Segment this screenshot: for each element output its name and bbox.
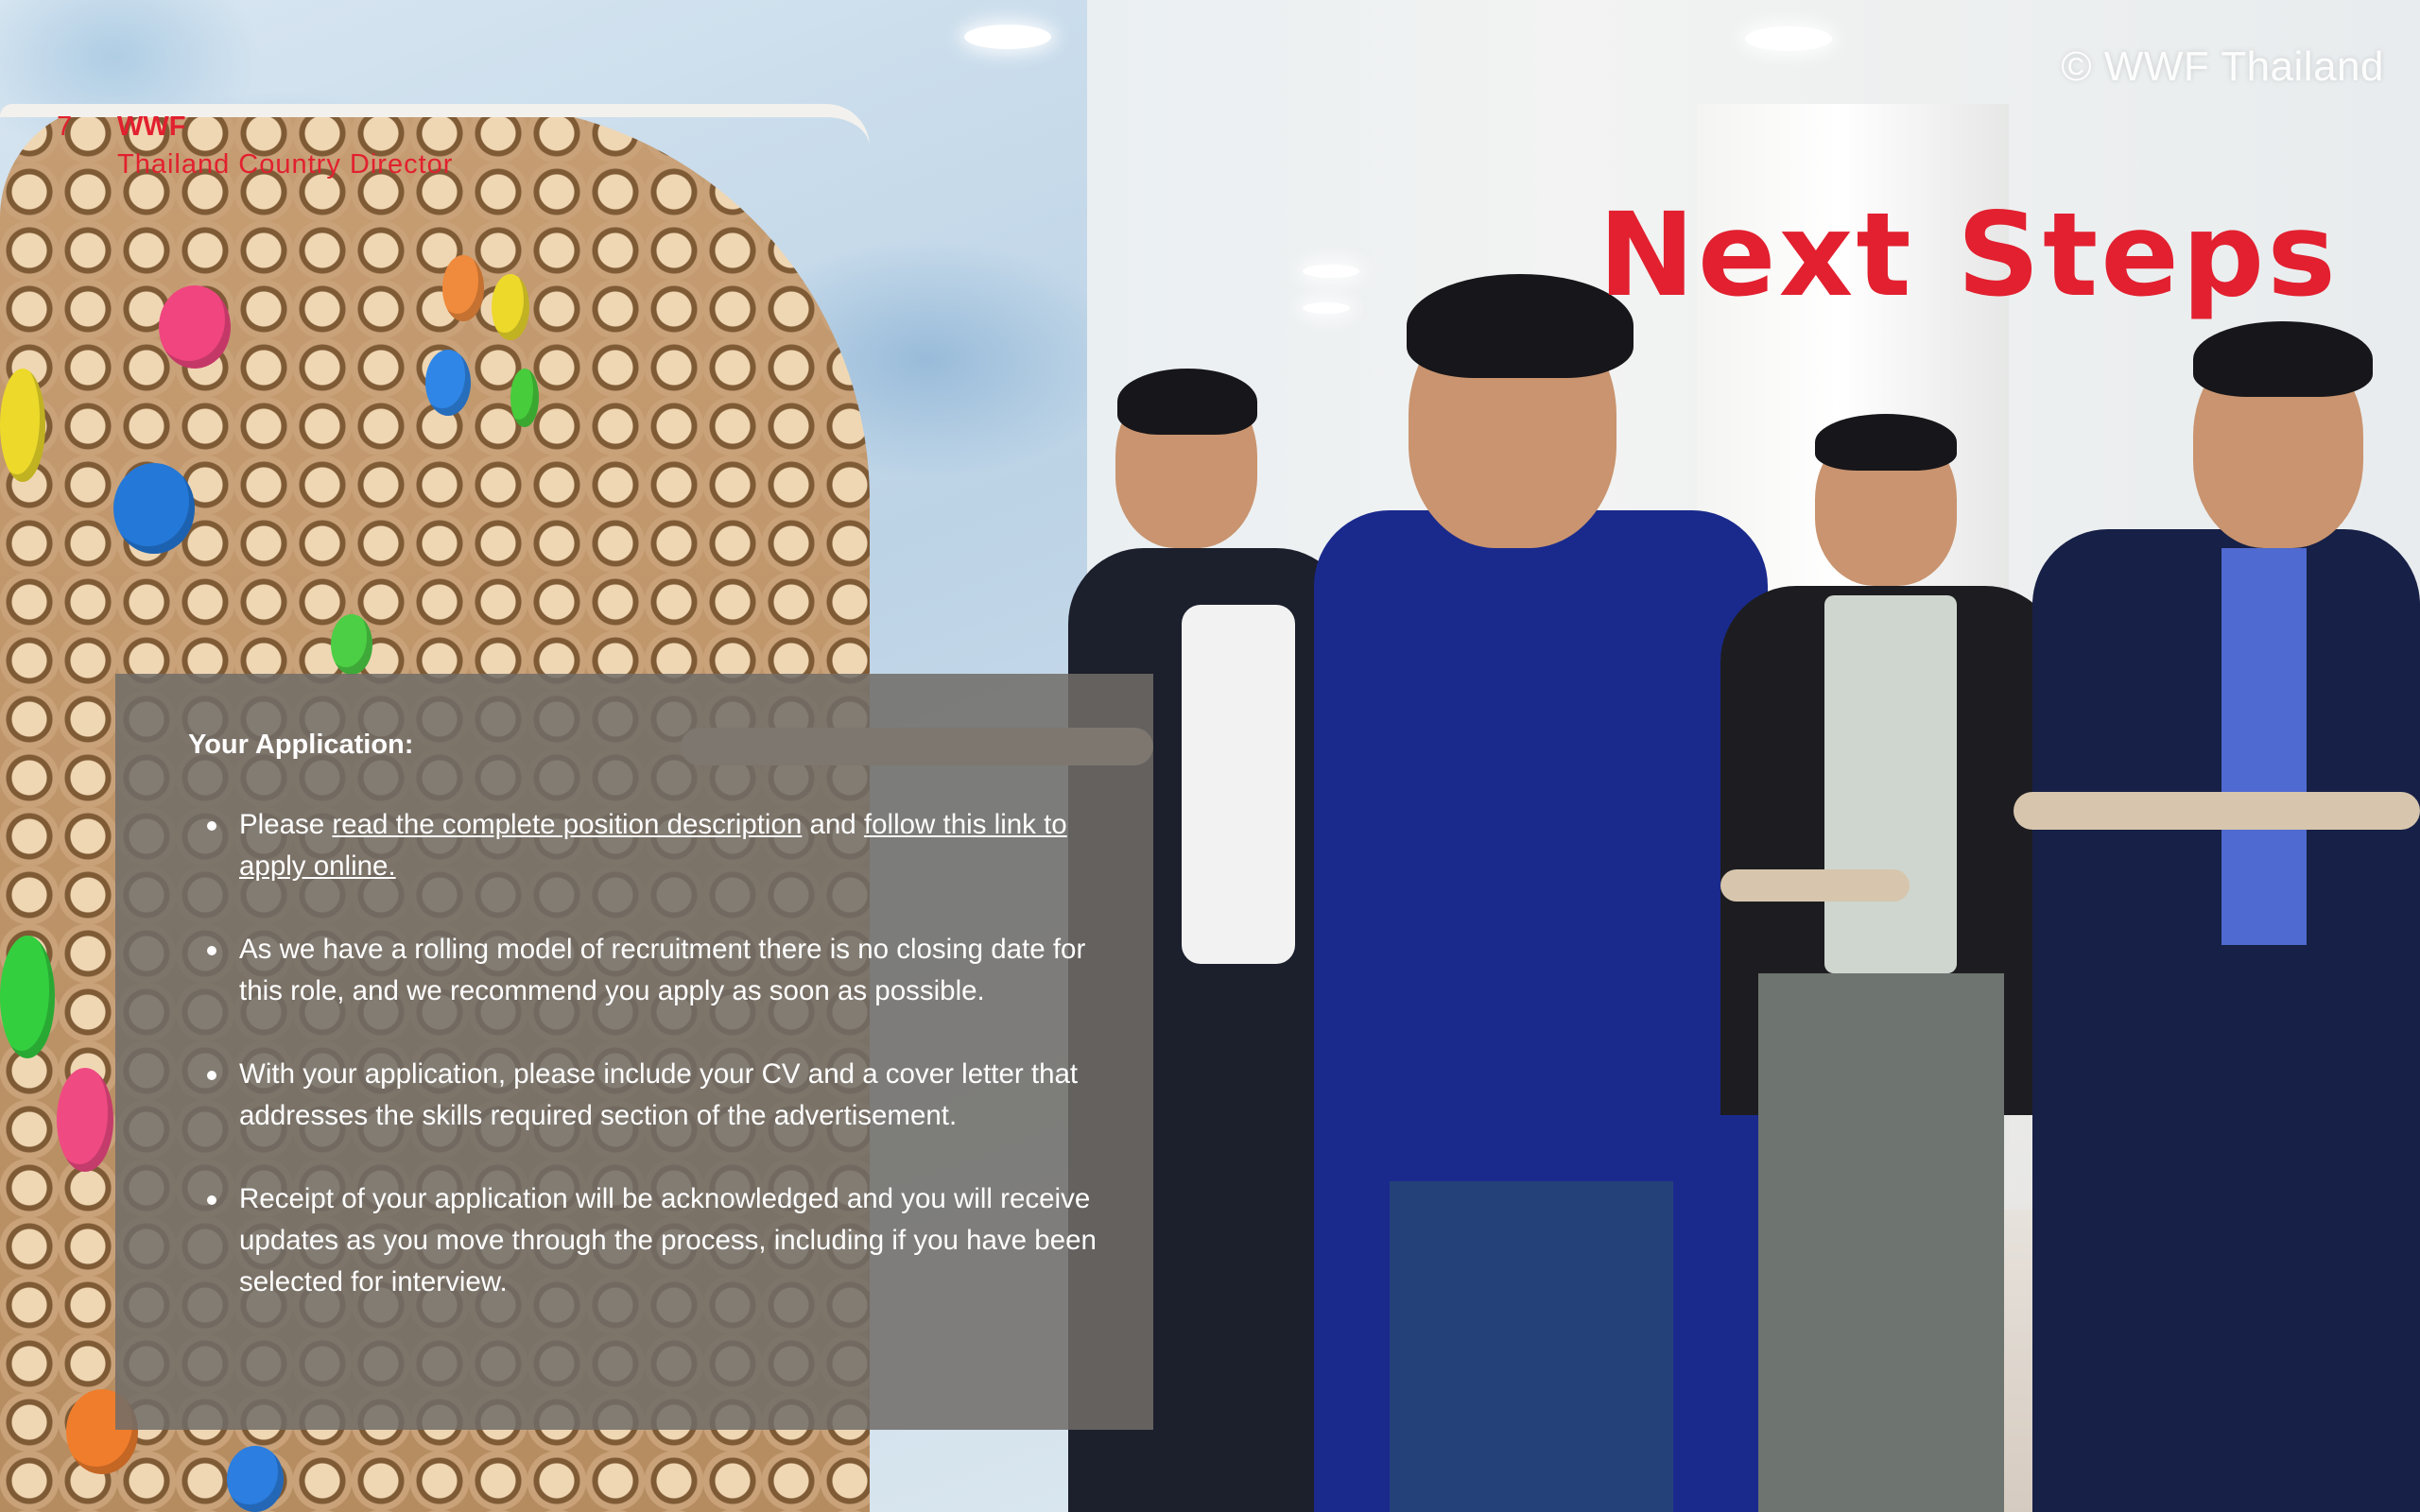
pink-cap [57,1068,113,1172]
blue-cap [425,350,471,416]
step-text: As we have a rolling model of recruitmen… [239,934,1086,1006]
ceiling-light [1745,26,1832,51]
position-description-link[interactable]: read the complete position description [332,809,802,840]
step-text: Receipt of your application will be ackn… [239,1183,1097,1297]
bullet-dot-icon [207,946,216,955]
step-text: and [802,809,864,840]
cardboard-tube [1720,869,1910,902]
list-item: As we have a rolling model of recruitmen… [188,929,1121,1012]
list-item: With your application, please include yo… [188,1054,1121,1137]
photo-credit-watermark: © WWF Thailand [2061,43,2384,90]
application-panel: Your Application: Please read the comple… [115,674,1153,1430]
page-number: 7 [57,112,73,142]
pink-cap [159,285,231,369]
document-subtitle: Thailand Country Director [117,149,454,180]
person-grey-shirt [1720,406,2061,1512]
step-text: Please [239,809,333,840]
green-cap [510,369,539,427]
ceiling-light [964,25,1051,49]
page-title: Next Steps [1598,188,2339,322]
orange-cap [442,255,484,321]
person-blue-blazer [1295,274,1787,1512]
blue-cap [227,1446,284,1512]
list-item: Please read the complete position descri… [188,804,1121,887]
bullet-dot-icon [207,1195,216,1205]
list-item: Receipt of your application will be ackn… [188,1178,1121,1303]
person-navy-jacket [2032,321,2420,1512]
yellow-cap [492,274,529,340]
organization-name: WWF [117,112,186,142]
blue-cap [113,463,195,554]
green-cap [331,614,372,675]
application-heading: Your Application: [188,730,414,760]
step-text: With your application, please include yo… [239,1058,1079,1131]
bullet-dot-icon [207,1071,216,1080]
bullet-dot-icon [207,821,216,831]
application-steps: Please read the complete position descri… [188,804,1121,1303]
green-cap [0,936,55,1058]
cardboard-tube [2014,792,2420,830]
yellow-cap [0,369,45,482]
